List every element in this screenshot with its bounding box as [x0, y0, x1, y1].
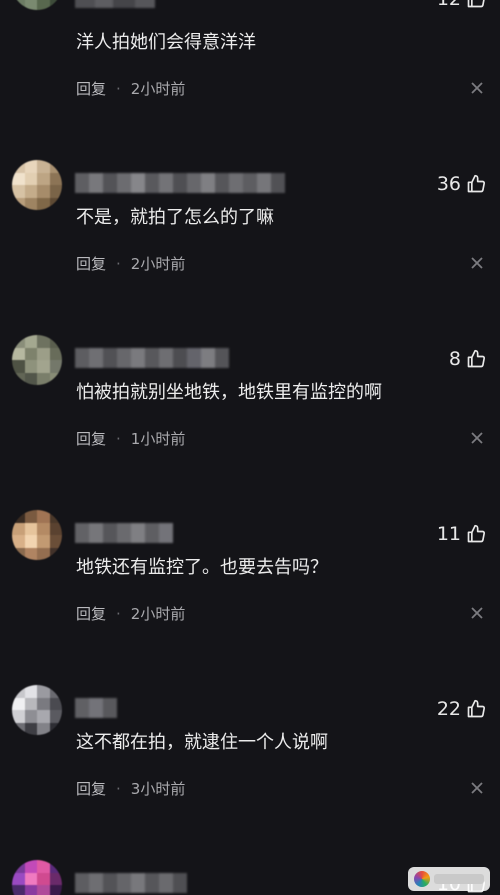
timestamp: 2小时前: [130, 605, 186, 623]
comment-feed: 12 洋人拍她们会得意洋洋 回复 · 2小时前 36: [0, 0, 500, 895]
comment-meta: 回复 · 2小时前: [76, 253, 185, 274]
close-icon[interactable]: [470, 256, 484, 270]
watermark-logo: [408, 867, 490, 891]
avatar[interactable]: [12, 335, 62, 385]
avatar[interactable]: [12, 510, 62, 560]
avatar[interactable]: [12, 160, 62, 210]
close-icon[interactable]: [470, 431, 484, 445]
username[interactable]: [75, 348, 229, 368]
comment-item: 22 这不都在拍，就逮住一个人说啊 回复 · 3小时前: [0, 685, 500, 865]
avatar[interactable]: [12, 0, 62, 10]
comment-text: 洋人拍她们会得意洋洋: [76, 32, 256, 53]
reply-button[interactable]: 回复: [76, 778, 106, 799]
reply-button[interactable]: 回复: [76, 603, 106, 624]
like-count: 22: [436, 698, 461, 720]
comment-meta: 回复 · 2小时前: [76, 603, 185, 624]
thumbs-up-icon: [466, 174, 486, 194]
username[interactable]: [75, 173, 285, 193]
close-icon[interactable]: [470, 81, 484, 95]
separator: ·: [116, 779, 121, 798]
comment-text: 这不都在拍，就逮住一个人说啊: [76, 732, 328, 753]
like-button[interactable]: 8: [449, 348, 486, 370]
thumbs-up-icon: [466, 524, 486, 544]
comment-meta: 回复 · 2小时前: [76, 78, 185, 99]
close-icon[interactable]: [470, 781, 484, 795]
comment-text: 不是，就拍了怎么的了嘛: [76, 207, 274, 228]
like-button[interactable]: 11: [437, 523, 486, 545]
separator: ·: [116, 604, 121, 623]
username[interactable]: [75, 0, 155, 8]
thumbs-up-icon: [466, 699, 486, 719]
like-button[interactable]: 12: [437, 0, 486, 10]
like-count: 11: [436, 523, 461, 545]
thumbs-up-icon: [466, 0, 486, 9]
timestamp: 1小时前: [130, 430, 186, 448]
like-count: 36: [436, 173, 461, 195]
timestamp: 2小时前: [130, 80, 186, 98]
comment-meta: 回复 · 1小时前: [76, 428, 185, 449]
comment-text: 怕被拍就别坐地铁，地铁里有监控的啊: [76, 382, 382, 403]
separator: ·: [116, 79, 121, 98]
reply-button[interactable]: 回复: [76, 253, 106, 274]
comment-item: 8 怕被拍就别坐地铁，地铁里有监控的啊 回复 · 1小时前: [0, 335, 500, 515]
username[interactable]: [75, 523, 173, 543]
like-count: 12: [437, 0, 461, 10]
avatar[interactable]: [12, 860, 62, 895]
thumbs-up-icon: [466, 349, 486, 369]
timestamp: 2小时前: [130, 255, 186, 273]
avatar[interactable]: [12, 685, 62, 735]
comment-item: 12 洋人拍她们会得意洋洋 回复 · 2小时前: [0, 0, 500, 165]
like-button[interactable]: 36: [437, 173, 486, 195]
close-icon[interactable]: [470, 606, 484, 620]
username[interactable]: [75, 873, 187, 893]
separator: ·: [116, 254, 121, 273]
comment-item: 11 地铁还有监控了。也要去告吗？ 回复 · 2小时前: [0, 510, 500, 690]
comment-meta: 回复 · 3小时前: [76, 778, 185, 799]
logo-text-blur: [434, 874, 484, 884]
logo-icon: [414, 871, 430, 887]
comment-text: 地铁还有监控了。也要去告吗？: [76, 557, 328, 578]
separator: ·: [116, 429, 121, 448]
timestamp: 3小时前: [130, 780, 186, 798]
like-count: 8: [448, 348, 461, 370]
like-button[interactable]: 22: [437, 698, 486, 720]
comment-item: 36 不是，就拍了怎么的了嘛 回复 · 2小时前: [0, 160, 500, 340]
reply-button[interactable]: 回复: [76, 78, 106, 99]
reply-button[interactable]: 回复: [76, 428, 106, 449]
username[interactable]: [75, 698, 117, 718]
